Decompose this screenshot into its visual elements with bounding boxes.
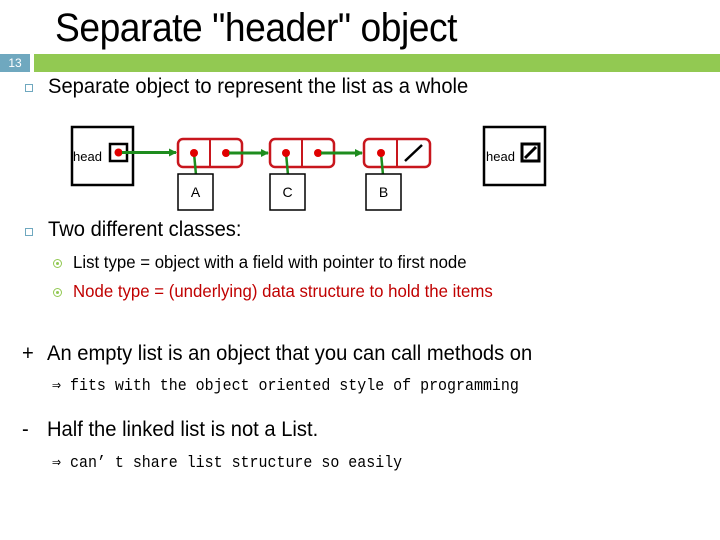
pro-sign: + (22, 342, 34, 365)
value-pointer-dot (377, 149, 385, 157)
list-node: A (176, 137, 269, 211)
value-pointer-dot (190, 149, 198, 157)
circle-bullet-icon (53, 288, 62, 297)
node-value: C (282, 184, 292, 200)
node-value: B (379, 184, 388, 200)
con-sign: - (22, 418, 29, 441)
right-header-label: head (486, 149, 515, 164)
sub-bullet-node-type: Node type = (underlying) data structure … (73, 281, 493, 301)
next-pointer-dot (222, 149, 230, 157)
list-node: C (268, 137, 363, 211)
con-note: ⇒ can’ t share list structure so easily (52, 454, 403, 473)
bullet-two-classes: Two different classes: (48, 218, 242, 241)
circle-bullet-icon (53, 259, 62, 268)
square-bullet-icon (25, 228, 33, 236)
pro-note: ⇒ fits with the object oriented style of… (52, 377, 519, 396)
con-statement: Half the linked list is not a List. (47, 418, 319, 441)
pointer-dot (114, 148, 123, 157)
node-value: A (191, 184, 201, 200)
next-pointer-dot (314, 149, 322, 157)
list-node: B (362, 137, 432, 211)
pro-statement: An empty list is an object that you can … (47, 342, 533, 365)
right-header-object: head (482, 125, 547, 187)
left-header-object: head (70, 125, 177, 187)
left-header-label: head (73, 149, 102, 164)
value-pointer-dot (282, 149, 290, 157)
sub-bullet-list-type: List type = object with a field with poi… (73, 252, 467, 272)
